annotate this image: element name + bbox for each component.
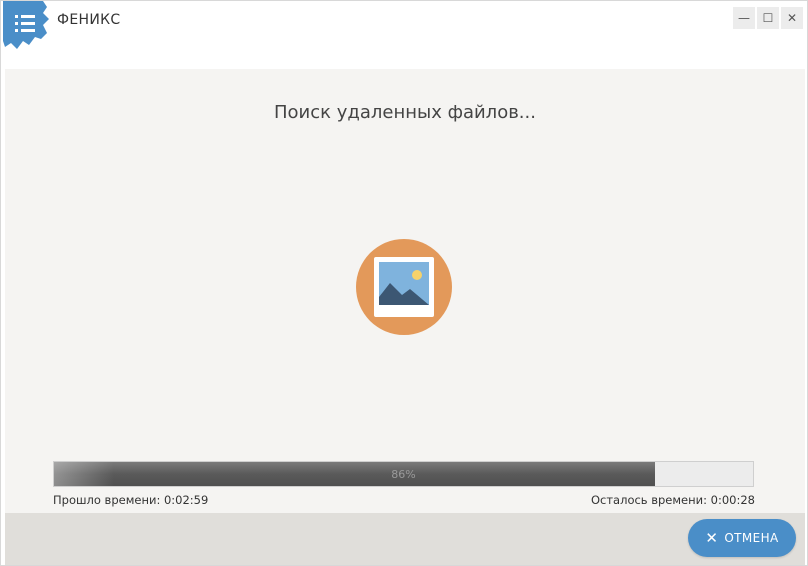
minimize-button[interactable]: — [733,7,755,29]
scan-panel: Поиск удаленных файлов... 86% Прошло вре… [5,69,805,513]
menu-gear-icon[interactable] [3,1,49,51]
cancel-button[interactable]: ✕ ОТМЕНА [688,519,796,557]
app-title: ФЕНИКС [57,12,121,28]
elapsed-time: Прошло времени: 0:02:59 [53,493,209,507]
progress-label: 86% [391,467,416,481]
minimize-icon: — [738,11,750,25]
cancel-label: ОТМЕНА [724,531,779,545]
footer-bar: ✕ ОТМЕНА [5,513,805,565]
close-icon: ✕ [705,528,719,547]
close-button[interactable]: ✕ [781,7,803,29]
close-icon: ✕ [786,11,798,25]
title-bar: ФЕНИКС — ☐ ✕ [1,1,807,69]
scan-progress-bar: 86% [53,461,754,487]
status-title: Поиск удаленных файлов... [274,102,536,123]
maximize-icon: ☐ [762,11,774,25]
remaining-time: Осталось времени: 0:00:28 [590,493,755,507]
image-file-icon [356,239,452,335]
app-window: ФЕНИКС — ☐ ✕ Поиск удаленных файлов... 8… [0,0,808,566]
maximize-button[interactable]: ☐ [757,7,779,29]
window-controls: — ☐ ✕ [733,7,803,29]
